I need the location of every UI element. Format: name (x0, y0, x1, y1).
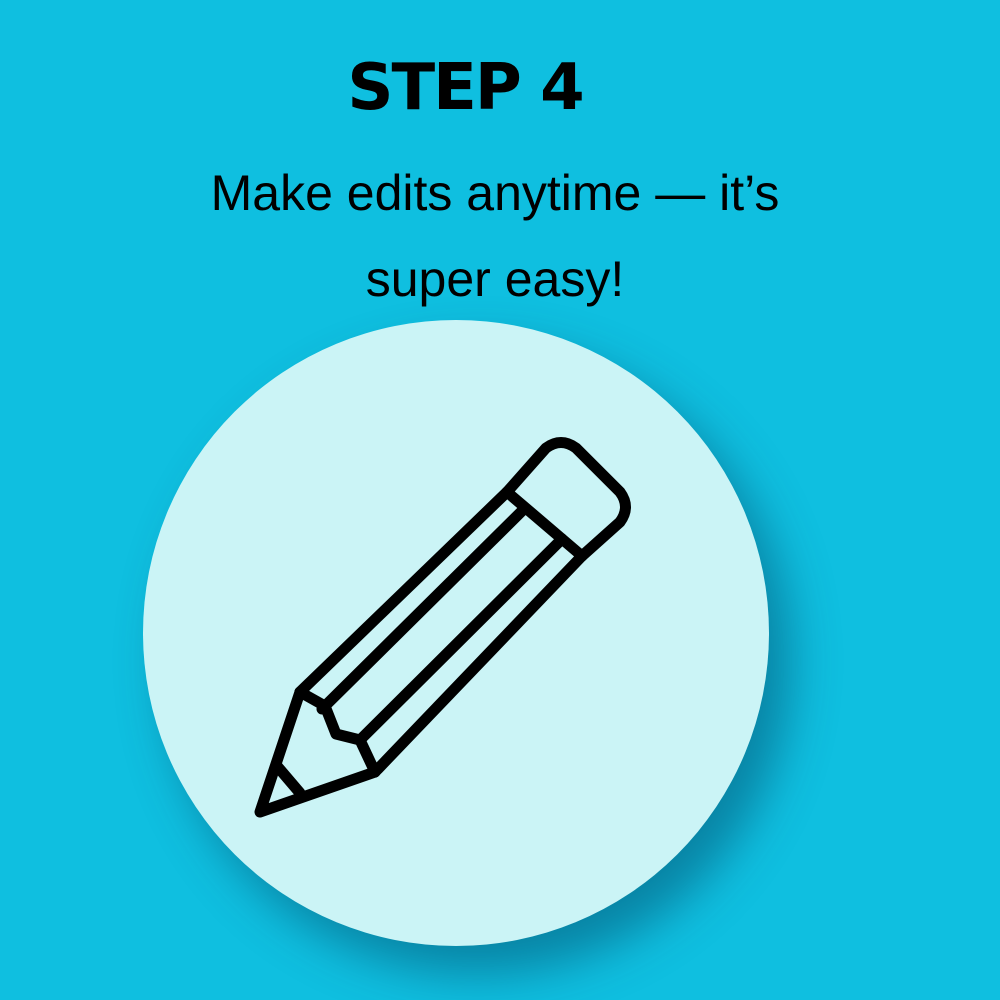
pencil-icon (254, 437, 631, 818)
